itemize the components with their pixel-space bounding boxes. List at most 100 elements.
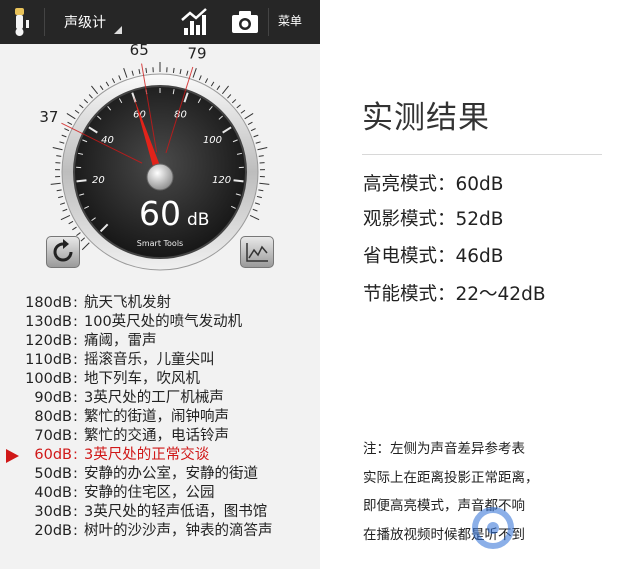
reference-db: 60dB [34, 447, 72, 463]
outer-tick [131, 70, 134, 76]
outer-tick [59, 141, 65, 144]
reference-row: 40dB: 安静的住宅区，公园 [0, 484, 320, 503]
graph-button[interactable] [240, 236, 274, 268]
outer-tick [254, 202, 261, 205]
reference-row: 180dB: 航天飞机发射 [0, 294, 320, 313]
outer-tick [52, 147, 63, 151]
camera-icon[interactable] [228, 6, 262, 38]
outer-tick [145, 67, 148, 73]
mode-result-eco: 省电模式：46dB [363, 246, 504, 267]
app-logo-icon[interactable] [6, 6, 36, 38]
chart-icon[interactable] [178, 6, 212, 38]
outer-tick [99, 85, 104, 91]
outer-tick [186, 70, 189, 76]
outer-tick [221, 85, 229, 95]
dial-tick-label: 20 [92, 175, 105, 186]
reference-separator: : [73, 352, 78, 368]
note-line: 注：左侧为声音差异参考表 [363, 441, 525, 457]
outer-tick [138, 69, 141, 75]
reference-db: 30dB [34, 504, 72, 520]
outer-tick [64, 128, 70, 132]
outer-mark-label: 79 [187, 45, 206, 63]
dial-tick-label: 120 [212, 175, 231, 186]
outer-tick [198, 75, 202, 81]
reference-separator: : [73, 333, 78, 349]
reference-row: 20dB: 树叶的沙沙声，钟表的滴答声 [0, 522, 320, 541]
reference-db: 180dB [25, 295, 72, 311]
reference-separator: : [73, 371, 78, 387]
reference-row: 50dB: 安静的办公室，安静的街道 [0, 465, 320, 484]
reading-unit: dB [187, 210, 209, 230]
app-title[interactable]: 声级计 [64, 12, 106, 32]
outer-tick [216, 85, 221, 91]
outer-tick [72, 226, 77, 231]
reference-separator: : [73, 485, 78, 501]
outer-tick [204, 78, 209, 84]
outer-tick [68, 220, 74, 225]
reference-db: 70dB [34, 428, 72, 444]
outer-tick [257, 147, 268, 151]
outer-mark-label: 65 [130, 44, 149, 59]
reference-separator: : [73, 447, 78, 463]
reference-description: 繁忙的交通，电话铃声 [84, 428, 229, 444]
mode-result-bright: 高亮模式：60dB [363, 174, 504, 195]
outer-tick [88, 94, 93, 99]
reference-description: 3英尺处的正常交谈 [84, 447, 210, 463]
outer-tick [50, 182, 61, 185]
mode-result-cinema: 观影模式：52dB [363, 209, 504, 230]
reference-row: 70dB: 繁忙的交通，电话铃声 [0, 427, 320, 446]
outer-tick [118, 75, 122, 81]
outer-tick [76, 232, 81, 237]
current-level-marker-icon [6, 449, 19, 463]
dial-tick-label: 40 [101, 135, 114, 146]
reference-description: 树叶的沙沙声，钟表的滴答声 [84, 523, 273, 539]
reference-description: 地下列车，吹风机 [84, 371, 200, 387]
outer-tick [231, 99, 237, 104]
outer-tick [81, 242, 90, 251]
reference-db: 40dB [34, 485, 72, 501]
outer-tick [91, 85, 99, 95]
menu-button[interactable]: 菜单 [278, 12, 302, 29]
reference-row: 90dB:3英尺处的工厂机械声 [0, 389, 320, 408]
note-line: 实际上在距离投影正常距离， [363, 470, 539, 486]
reference-row: 100dB: 地下列车，吹风机 [0, 370, 320, 389]
reference-row: 120dB: 痛阈，雷声 [0, 332, 320, 351]
reference-separator: : [73, 409, 78, 425]
outer-tick [80, 237, 86, 242]
reference-row: 60dB:3英尺处的正常交谈 [0, 446, 320, 465]
outer-tick [258, 155, 264, 157]
dial-tick-label: 100 [203, 135, 222, 146]
reference-separator: : [73, 295, 78, 311]
reset-button[interactable] [46, 236, 80, 268]
reference-row: 130dB:100英尺处的喷气发动机 [0, 313, 320, 332]
outer-tick [253, 134, 259, 138]
outer-tick [79, 104, 84, 109]
reference-description: 航天飞机发射 [84, 295, 171, 311]
reference-separator: : [73, 523, 78, 539]
reference-description: 3英尺处的轻声低语，图书馆 [84, 504, 268, 520]
outer-tick [179, 69, 182, 75]
outer-tick [244, 113, 254, 120]
divider [362, 154, 602, 155]
outer-tick [56, 155, 62, 157]
dropdown-corner-icon [114, 26, 122, 34]
outer-tick [172, 67, 175, 73]
outer-tick [256, 195, 262, 199]
reference-description: 安静的住宅区，公园 [84, 485, 215, 501]
outer-tick [58, 195, 64, 199]
reference-separator: : [73, 466, 78, 482]
reference-description: 安静的办公室，安静的街道 [84, 466, 258, 482]
outer-tick [59, 202, 66, 205]
sound-meter-app-screenshot: 声级计 菜单 37 65 79 20 40 80 100 120 60 dB S… [0, 0, 320, 569]
divider [44, 8, 45, 36]
outer-tick [227, 94, 232, 99]
reference-db: 50dB [34, 466, 72, 482]
reference-row: 80dB: 繁忙的街道，闹钟响声 [0, 408, 320, 427]
outer-tick [62, 208, 68, 212]
outer-tick [252, 208, 258, 212]
reference-db: 90dB [34, 390, 72, 406]
outer-tick [258, 189, 264, 192]
outer-tick [250, 128, 256, 132]
reference-row: 110dB: 摇滚音乐，儿童尖叫 [0, 351, 320, 370]
outer-tick [83, 99, 89, 104]
